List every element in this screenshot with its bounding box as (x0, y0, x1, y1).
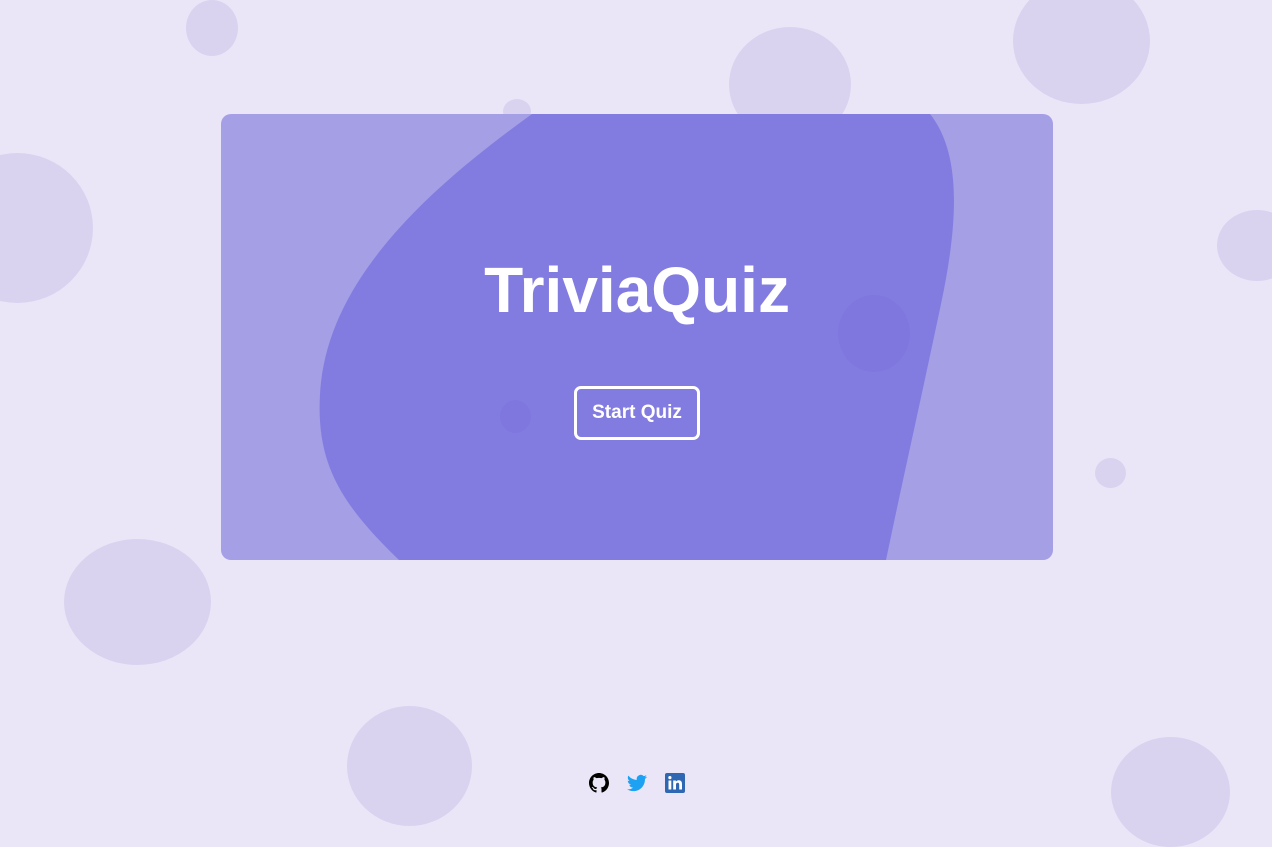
card-blob-shape (319, 114, 954, 560)
twitter-icon (627, 774, 647, 792)
background-bubble (0, 153, 93, 303)
background-bubble (1095, 458, 1126, 488)
background-bubble (186, 0, 238, 56)
background-bubble (347, 706, 472, 826)
background-bubble (64, 539, 211, 665)
background-bubble (1111, 737, 1230, 847)
card-bubble (500, 400, 531, 433)
app-title: TriviaQuiz (484, 254, 790, 326)
linkedin-link[interactable] (665, 773, 685, 793)
background-bubble (1013, 0, 1150, 104)
twitter-link[interactable] (627, 773, 647, 793)
start-quiz-button[interactable]: Start Quiz (574, 386, 700, 440)
github-link[interactable] (589, 773, 609, 793)
github-icon (589, 773, 609, 793)
linkedin-icon (665, 773, 685, 793)
background-bubble (1217, 210, 1272, 281)
hero-card: TriviaQuiz Start Quiz (221, 114, 1053, 560)
social-links (589, 773, 685, 793)
